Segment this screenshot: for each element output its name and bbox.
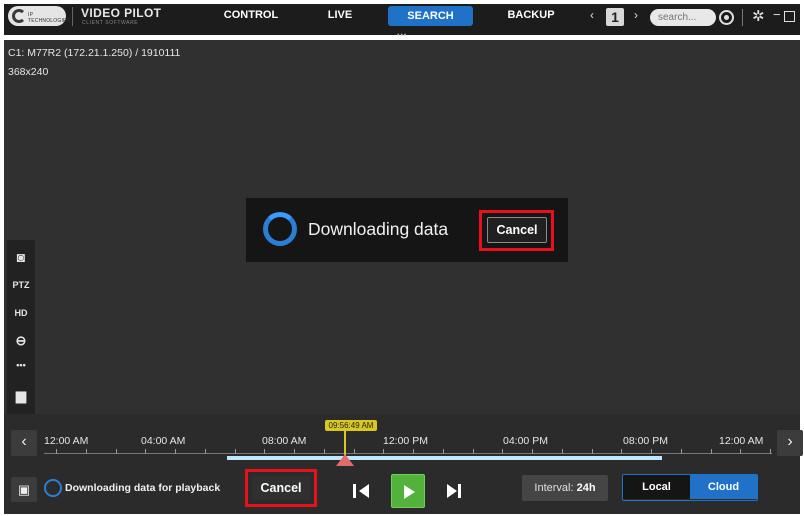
play-icon (404, 485, 415, 499)
download-status-text: Downloading data for playback (65, 482, 221, 494)
search-input[interactable] (650, 9, 716, 26)
source-toggle: Local Cloud (622, 474, 758, 501)
timeline-tick-label: 08:00 PM (623, 435, 668, 447)
logo: IP TECHNOLOGIES (8, 6, 70, 26)
timeline-tick (204, 449, 206, 454)
timeline-tick (264, 449, 266, 454)
recording-coverage-bar[interactable] (227, 456, 662, 460)
page-next-button[interactable]: › (634, 8, 638, 22)
app-subtitle: CLIENT SOFTWARE (82, 20, 139, 26)
dialog-message: Downloading data (308, 219, 449, 239)
ptz-button[interactable]: PTZ (7, 280, 35, 290)
app-title: VIDEO PILOT (81, 6, 162, 20)
tab-search[interactable]: SEARCH (388, 6, 473, 26)
minimize-icon[interactable]: − (773, 7, 781, 22)
skip-forward-icon (447, 484, 457, 498)
loading-spinner-icon (263, 212, 297, 246)
timeline-tick (234, 449, 236, 454)
more-icon[interactable]: ••• (7, 360, 35, 370)
skip-back-icon (353, 484, 356, 498)
gear-icon[interactable]: ✲ (752, 7, 765, 25)
tab-grip-dots[interactable]: ••• (397, 32, 407, 39)
skip-back-button[interactable] (345, 474, 379, 508)
interval-value: 24h (576, 482, 596, 494)
maximize-icon[interactable] (784, 11, 795, 22)
tab-backup[interactable]: BACKUP (494, 9, 568, 21)
timeline-tick (502, 449, 504, 454)
play-button[interactable] (391, 474, 425, 508)
title-divider (72, 7, 73, 26)
timeline-tick (740, 449, 742, 454)
logo-mark-icon (12, 9, 26, 23)
playback-cancel-button[interactable]: Cancel (252, 476, 310, 500)
interval-label: Interval: (534, 482, 574, 494)
timeline-prev-button[interactable]: ‹ (11, 430, 37, 456)
timeline-tick-label: 04:00 AM (141, 435, 186, 447)
timeline-tick (770, 449, 771, 454)
camera-info: C1: M77R2 (172.21.1.250) / 1910111 (8, 47, 181, 59)
timeline-axis[interactable] (44, 453, 772, 454)
timeline-tick-label: 12:00 PM (383, 435, 428, 447)
tab-control[interactable]: CONTROL (215, 9, 287, 21)
timeline-tick (561, 449, 563, 454)
loading-spinner-small-icon (44, 479, 62, 497)
timeline-next-button[interactable]: › (777, 430, 803, 456)
timeline-tick (680, 449, 682, 454)
source-cloud-button[interactable]: Cloud (690, 475, 757, 499)
timeline-tick (532, 449, 533, 454)
hd-button[interactable]: HD (7, 308, 35, 318)
playback-cursor-time: 09:56:49 AM (325, 420, 377, 431)
calendar-icon[interactable]: ▣ (11, 477, 37, 502)
playback-cursor-handle[interactable] (336, 454, 354, 466)
timeline-tick (323, 449, 325, 454)
timeline-tick-label: 08:00 AM (262, 435, 307, 447)
dialog-cancel-button[interactable]: Cancel (487, 217, 547, 243)
snapshot-icon[interactable]: ◙ (7, 249, 35, 265)
timeline-tick (621, 449, 623, 454)
source-local-button[interactable]: Local (623, 475, 690, 499)
timeline-tick (85, 449, 87, 454)
timeline-tick (56, 449, 57, 454)
tab-live[interactable]: LIVE (310, 9, 370, 21)
print-icon[interactable]: ▆ (7, 388, 35, 404)
timeline-tick (413, 449, 414, 454)
logo-text: IP TECHNOLOGIES (28, 12, 71, 24)
timeline-tick (472, 449, 474, 454)
timeline-tick (651, 449, 652, 454)
interval-selector[interactable]: Interval: 24h (522, 475, 608, 501)
timeline-tick (442, 449, 444, 454)
video-side-toolbar: ◙ PTZ HD ⊖ ••• ▆ (7, 240, 35, 414)
timeline-tick (383, 449, 385, 454)
record-icon[interactable] (719, 10, 734, 25)
link-icon[interactable]: ⊖ (7, 333, 35, 349)
page-prev-button[interactable]: ‹ (590, 8, 594, 22)
timeline-tick-label: 04:00 PM (503, 435, 548, 447)
page-number[interactable]: 1 (606, 8, 624, 26)
timeline-tick-label: 12:00 AM (44, 435, 89, 447)
timeline-tick (591, 449, 593, 454)
timeline-tick-label: 12:00 AM (719, 435, 764, 447)
timeline-tick (175, 449, 176, 454)
video-resolution: 368x240 (8, 66, 49, 78)
skip-forward-button[interactable] (438, 474, 472, 508)
timeline-tick (145, 449, 147, 454)
timeline-tick (710, 449, 712, 454)
toolbar-divider (742, 9, 743, 26)
timeline-tick (115, 449, 117, 454)
timeline-tick (294, 449, 295, 454)
